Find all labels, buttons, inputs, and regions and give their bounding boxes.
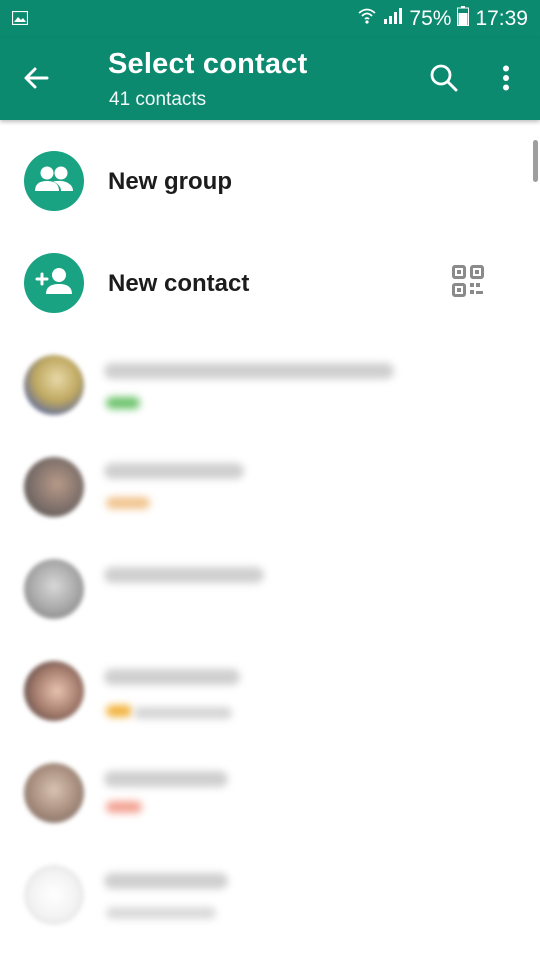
search-button[interactable] [420,56,468,104]
back-button[interactable] [14,58,58,102]
page-title: Select contact [108,48,308,80]
person-add-icon [34,266,74,301]
app-bar: Select contact 41 contacts [0,38,540,120]
group-icon [34,164,74,199]
contact-status-blurred [106,497,150,509]
wifi-icon [357,7,377,31]
battery-icon [457,6,470,32]
qr-code-button[interactable] [446,261,490,305]
contact-name-blurred [104,873,228,889]
status-bar: 75% 17:39 [0,0,540,38]
back-arrow-icon [23,66,49,95]
contact-item[interactable] [0,639,540,743]
search-icon [429,63,459,98]
more-vert-icon [502,65,510,96]
contact-status-blurred [106,801,142,813]
new-group-row[interactable]: New group [0,131,540,231]
contact-count: 41 contacts [109,89,207,110]
contact-status-blurred [106,397,140,409]
new-contact-row[interactable]: New contact [0,233,540,333]
avatar [24,355,84,415]
contact-status-emoji-blurred [106,705,132,717]
avatar [24,661,84,721]
contact-item[interactable] [0,435,540,539]
contact-name-blurred [104,669,240,685]
avatar [24,559,84,619]
contact-name-blurred [104,363,394,379]
status-right: 75% 17:39 [357,0,528,38]
contact-name-blurred [104,463,244,479]
contact-status-blurred [134,707,232,719]
more-options-button[interactable] [484,56,528,104]
qr-code-icon [452,264,484,302]
contact-item[interactable] [0,537,540,641]
new-contact-label: New contact [108,270,250,297]
contact-name-blurred [104,567,264,583]
avatar [24,763,84,823]
new-group-label: New group [108,168,232,195]
contact-item[interactable] [0,843,540,947]
contact-name-blurred [104,771,228,787]
image-icon [11,10,29,26]
signal-icon [383,7,403,31]
battery-percent: 75% [409,7,452,30]
contact-status-blurred [106,907,216,919]
contact-item[interactable] [0,741,540,845]
avatar [24,865,84,925]
avatar [24,457,84,517]
contact-item[interactable] [0,333,540,437]
new-group-avatar [24,151,84,211]
new-contact-avatar [24,253,84,313]
clock: 17:39 [475,7,528,30]
